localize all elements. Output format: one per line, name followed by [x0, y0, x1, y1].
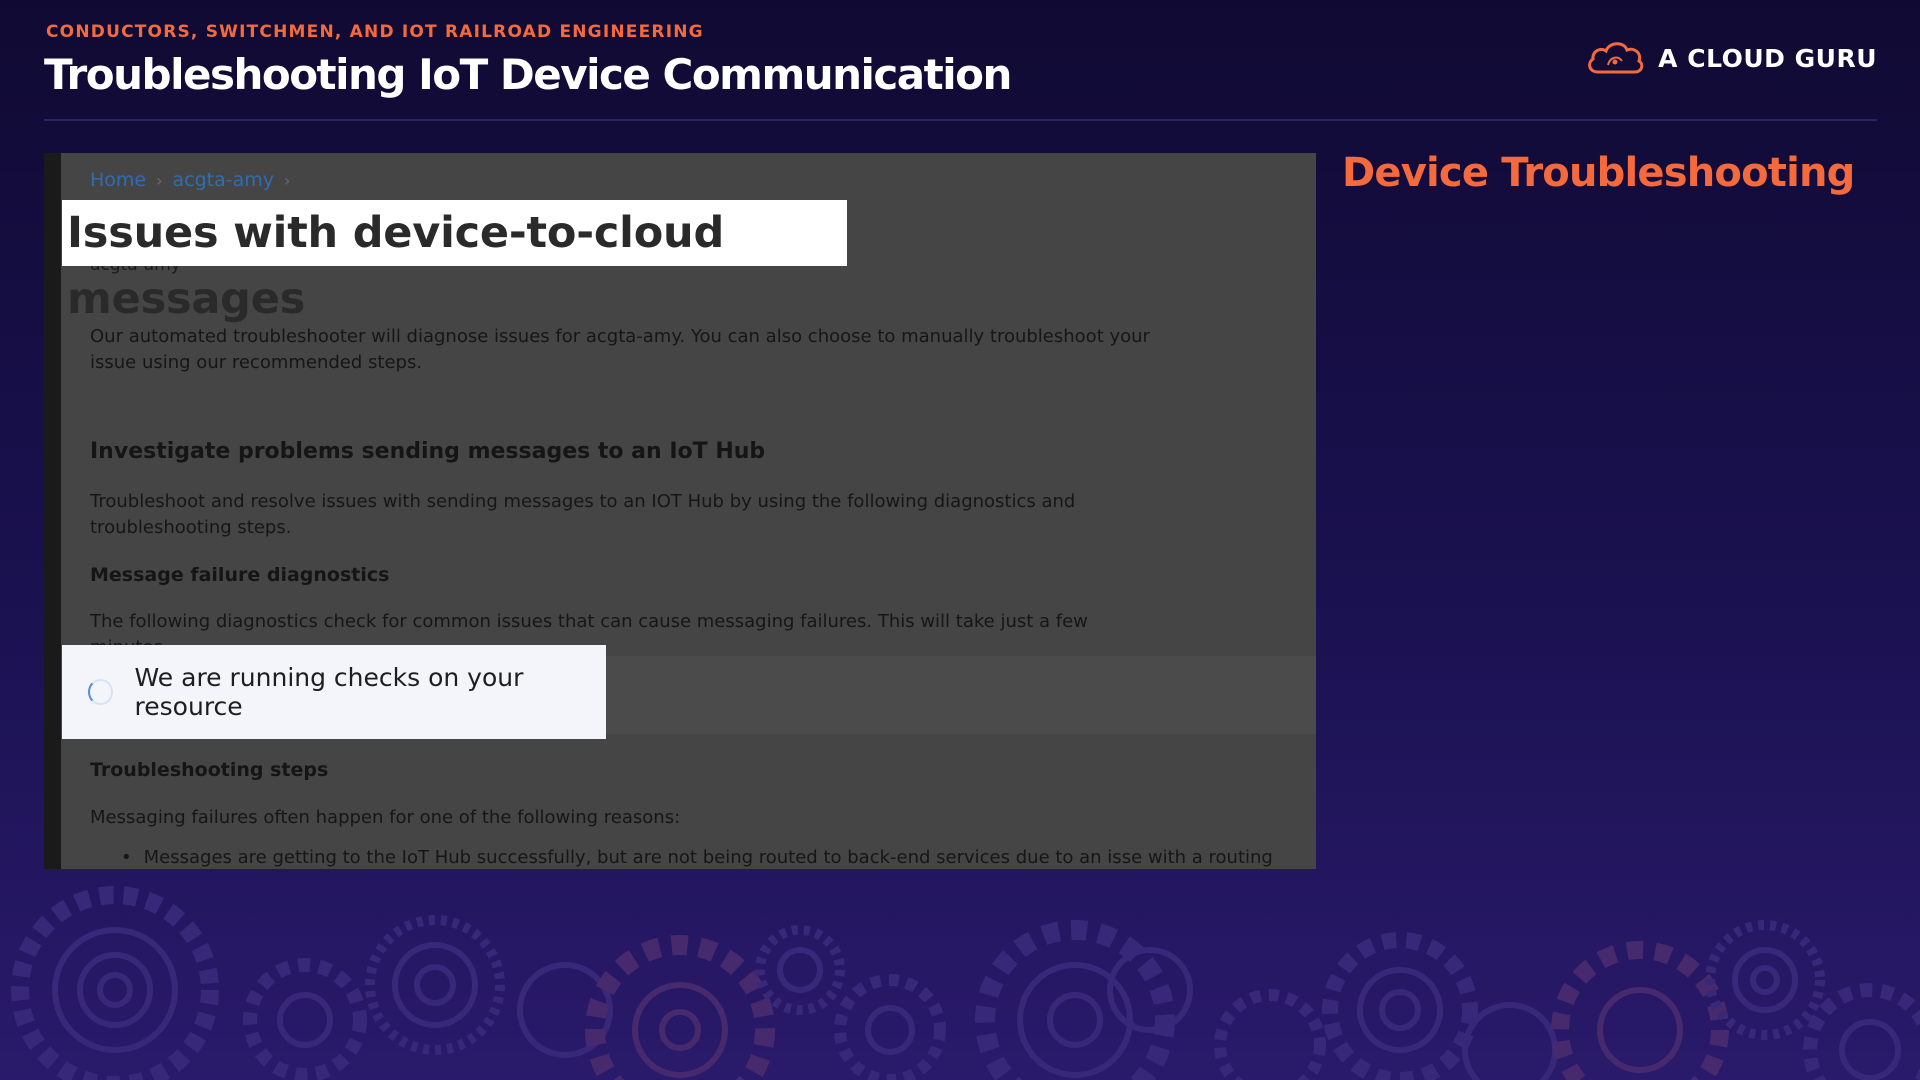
brand-logo: A CLOUD GURU [1584, 38, 1877, 78]
steps-heading: Troubleshooting steps [90, 759, 329, 781]
gears-decoration [11, 886, 1920, 1080]
breadcrumb-resource[interactable]: acgta-amy [173, 169, 275, 191]
status-text: We are running checks on your resource [134, 663, 524, 721]
section-heading: Investigate problems sending messages to… [90, 439, 766, 464]
portal-content: Home › acgta-amy › acgta-amy Issues with… [61, 153, 1316, 869]
breadcrumb-home[interactable]: Home [90, 169, 146, 191]
cloud-icon [1588, 42, 1644, 74]
status-callout: We are running checks on your resource [62, 645, 606, 739]
diagnostics-heading: Message failure diagnostics [90, 564, 390, 586]
breadcrumb: Home › acgta-amy › [90, 169, 290, 191]
steps-text: Messaging failures often happen for one … [90, 807, 681, 828]
slide-title: Troubleshooting IoT Device Communication [44, 50, 1012, 99]
course-eyebrow: CONDUCTORS, SWITCHMEN, AND IOT RAILROAD … [46, 22, 704, 42]
list-item-text: Messages are getting to the IoT Hub succ… [143, 847, 1273, 868]
header-divider [44, 119, 1877, 121]
list-item: • Messages are getting to the IoT Hub su… [121, 847, 1273, 868]
loading-spinner-icon [88, 679, 113, 705]
chevron-right-icon: › [284, 170, 291, 190]
highlighted-page-title: Issues with device-to-cloud messages [62, 200, 847, 324]
bullet-icon: • [121, 847, 132, 868]
brand-name: A CLOUD GURU [1658, 43, 1877, 73]
portal-screenshot: Home › acgta-amy › acgta-amy Issues with… [44, 153, 1316, 869]
section-text: Troubleshoot and resolve issues with sen… [90, 491, 1076, 538]
side-heading: Device Troubleshooting [1342, 150, 1855, 196]
chevron-right-icon: › [156, 170, 163, 190]
